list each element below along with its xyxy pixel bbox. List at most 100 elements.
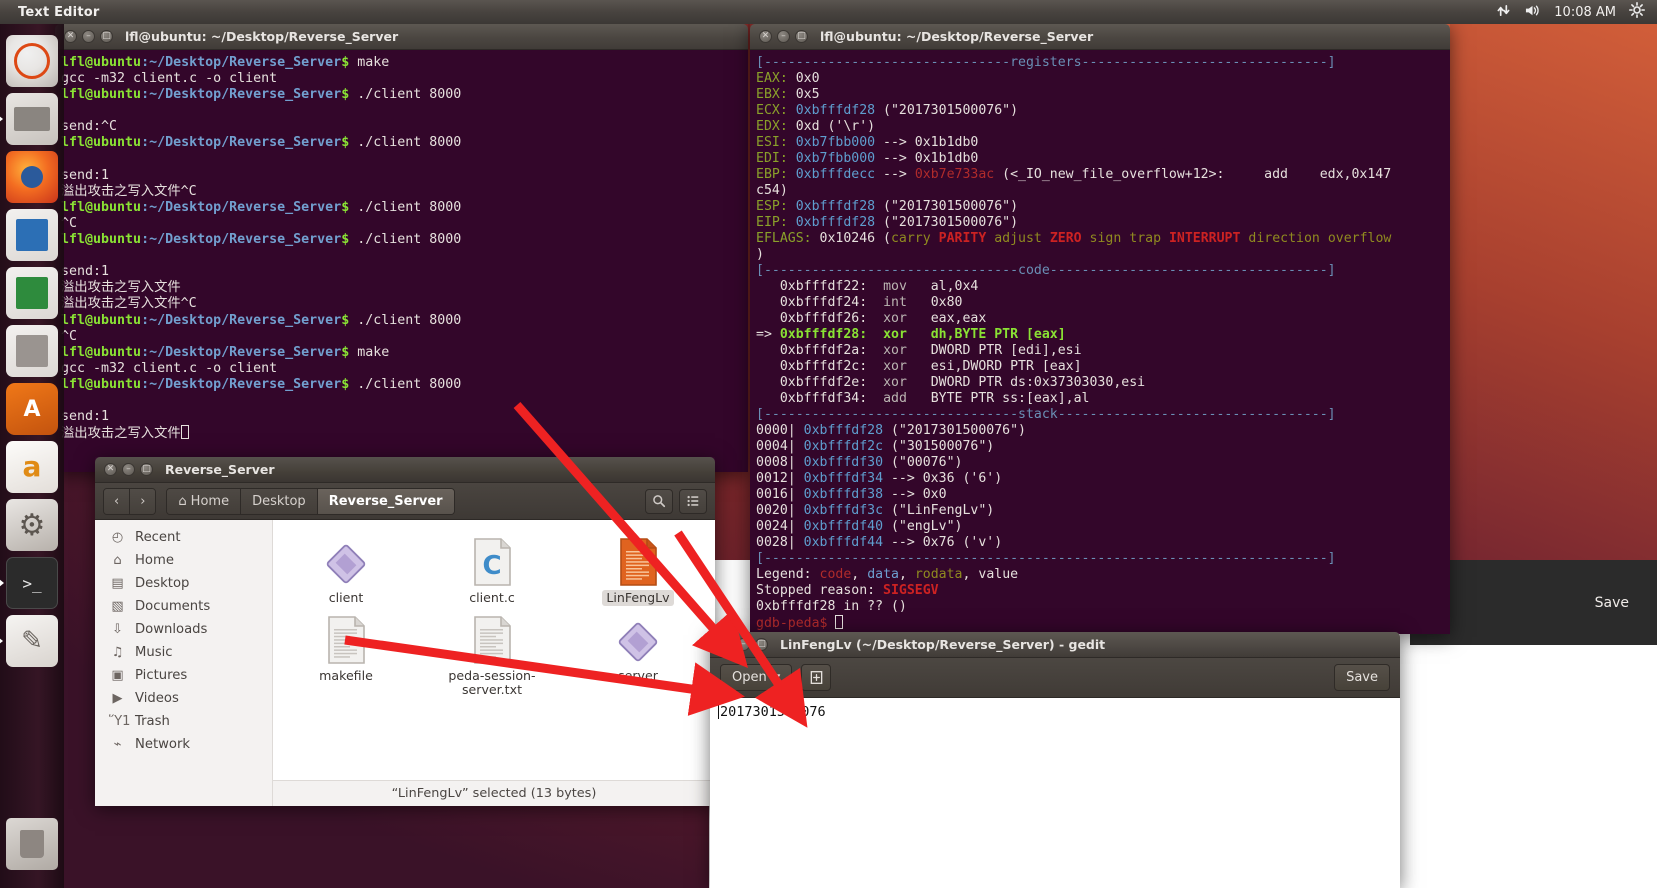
launcher-item-calc[interactable] xyxy=(6,267,58,319)
terminal-right-titlebar[interactable]: ✕ – □ lfl@ubuntu: ~/Desktop/Reverse_Serv… xyxy=(750,24,1450,50)
launcher-item-files[interactable] xyxy=(0,93,58,145)
open-button-label: Open xyxy=(732,670,767,685)
maximize-icon[interactable]: □ xyxy=(795,30,808,43)
maximize-icon[interactable]: □ xyxy=(100,30,113,43)
save-button[interactable]: Save xyxy=(1334,664,1390,691)
code-marker xyxy=(756,295,780,310)
launcher-item-amazon[interactable] xyxy=(6,441,58,493)
close-icon[interactable]: ✕ xyxy=(759,30,772,43)
open-button[interactable]: Open ▾ xyxy=(720,664,793,691)
minimize-icon[interactable]: – xyxy=(777,30,790,43)
folder-icon: ▤ xyxy=(111,576,124,591)
code-operands: BYTE PTR ss:[eax],al xyxy=(930,391,1090,406)
launcher-item-ubuntu-dash[interactable] xyxy=(6,35,58,87)
launcher-item-trash[interactable] xyxy=(6,818,58,870)
back-button[interactable]: ‹ xyxy=(104,488,131,514)
minimize-icon[interactable]: – xyxy=(737,638,750,651)
sidebar-item-documents[interactable]: ▧ Documents xyxy=(95,595,272,618)
file-item[interactable]: Cclient.c xyxy=(419,534,565,606)
sidebar-item-desktop[interactable]: ▤ Desktop xyxy=(95,572,272,595)
file-item[interactable]: makefile xyxy=(273,612,419,698)
file-item[interactable]: LinFengLv xyxy=(565,534,711,606)
sidebar-item-downloads[interactable]: ⇩ Downloads xyxy=(95,618,272,641)
code-operands: DWORD PTR ds:0x37303030,esi xyxy=(930,375,1146,390)
close-icon[interactable]: ✕ xyxy=(719,638,732,651)
stack-value: ("301500076") xyxy=(883,439,995,454)
video-icon: ▶ xyxy=(112,691,123,706)
terminal-cursor xyxy=(180,425,189,440)
sidebar-item-recent[interactable]: ◴ Recent xyxy=(95,526,272,549)
forward-button[interactable]: › xyxy=(130,488,156,514)
gear-icon[interactable] xyxy=(1629,1,1645,22)
code-address: 0xbfffdf22: xyxy=(779,279,868,294)
file-item[interactable]: server xyxy=(565,612,711,698)
volume-icon[interactable] xyxy=(1524,3,1541,22)
file-manager-body: ◴ Recent ⌂ Home ▤ Desktop ▧ Documents ⇩ Downloads… xyxy=(95,520,715,806)
terminal-prompt-user: lfl@ubuntu xyxy=(61,135,142,151)
sidebar-item-home[interactable]: ⌂ Home xyxy=(95,549,272,572)
breadcrumb-item-home[interactable]: ⌂ Home xyxy=(167,488,242,514)
close-icon[interactable]: ✕ xyxy=(104,463,117,476)
minimize-icon[interactable]: – xyxy=(82,30,95,43)
register-name: EBP: xyxy=(756,167,796,182)
terminal-right-title: lfl@ubuntu: ~/Desktop/Reverse_Server xyxy=(820,29,1094,44)
network-icon[interactable] xyxy=(1496,3,1511,22)
breadcrumb-item-desktop[interactable]: Desktop xyxy=(241,488,318,514)
file-manager-sidebar: ◴ Recent ⌂ Home ▤ Desktop ▧ Documents ⇩ Downloads… xyxy=(95,520,273,806)
sidebar-item-trash[interactable]: Ὕ1 Trash xyxy=(95,710,272,733)
eflags-close: ) xyxy=(756,247,764,262)
launcher-item-firefox[interactable] xyxy=(6,151,58,203)
search-icon[interactable] xyxy=(645,488,673,514)
terminal-prompt-user: lfl@ubuntu xyxy=(61,199,142,215)
network-icon: ⌁ xyxy=(113,737,122,752)
gedit-document[interactable]: 2017301500076 xyxy=(710,698,1400,888)
sidebar-item-videos[interactable]: ▶ Videos xyxy=(95,687,272,710)
terminal-left-titlebar[interactable]: ✕ – □ lfl@ubuntu: ~/Desktop/Reverse_Serv… xyxy=(55,24,748,50)
launcher-item-terminal[interactable] xyxy=(0,557,58,609)
code-marker xyxy=(756,279,780,294)
stack-offset: 0016| xyxy=(756,487,804,502)
launcher-item-gedit[interactable] xyxy=(0,615,58,667)
sidebar-item-music[interactable]: ♫ Music xyxy=(95,641,272,664)
breadcrumb-item-reverse_server[interactable]: Reverse_Server xyxy=(317,488,454,514)
code-address: 0xbfffdf2a: xyxy=(779,343,868,358)
gedit-titlebar[interactable]: ✕ – □ LinFengLv (~/Desktop/Reverse_Serve… xyxy=(710,632,1400,658)
terminal-left-output[interactable]: lfl@ubuntu:~/Desktop/Reverse_Server$ mak… xyxy=(55,50,748,472)
stack-address: 0xbfffdf30 xyxy=(803,455,884,470)
file-item[interactable]: client xyxy=(273,534,419,606)
close-icon[interactable]: ✕ xyxy=(64,30,77,43)
legend-rodata: rodata xyxy=(914,567,963,582)
maximize-icon[interactable]: □ xyxy=(140,463,153,476)
file-icon-binary xyxy=(273,534,419,586)
code-mnemonic: xor xyxy=(883,359,931,374)
launcher-item-impress[interactable] xyxy=(6,209,58,261)
code-mnemonic: mov xyxy=(883,279,931,294)
eflag-zero: ZERO xyxy=(1049,231,1082,246)
register-extra: ("2017301500076") xyxy=(875,103,1019,118)
panel-clock[interactable]: 10:08 AM xyxy=(1554,5,1616,20)
desktop-save-ghost-label: Save xyxy=(1594,595,1629,611)
file-manager-file-area[interactable]: client Cclient.c LinFengLv makefile peda-ses… xyxy=(273,520,715,806)
gdb-peda-output[interactable]: [-------------------------------register… xyxy=(750,50,1450,634)
chevron-down-icon: ▾ xyxy=(773,670,781,685)
view-options-icon[interactable] xyxy=(679,488,707,514)
register-address: 0xbfffdecc xyxy=(795,167,876,182)
stack-offset: 0008| xyxy=(756,455,804,470)
terminal-output: gcc -m32 client.c -o client xyxy=(61,360,278,376)
sidebar-item-pictures[interactable]: ▣ Pictures xyxy=(95,664,272,687)
launcher-item-writer[interactable] xyxy=(6,325,58,377)
file-manager-titlebar[interactable]: ✕ – □ Reverse_Server xyxy=(95,457,715,483)
file-item[interactable]: peda-session-server.txt xyxy=(419,612,565,698)
panel-app-title[interactable]: Text Editor xyxy=(18,5,99,20)
launcher-item-settings[interactable] xyxy=(6,499,58,551)
register-name: EDI: xyxy=(756,151,796,166)
sidebar-item-network[interactable]: ⌁ Network xyxy=(95,733,272,756)
minimize-icon[interactable]: – xyxy=(122,463,135,476)
new-document-icon[interactable] xyxy=(801,664,832,691)
maximize-icon[interactable]: □ xyxy=(755,638,768,651)
trash-icon: Ὕ1 xyxy=(109,714,131,729)
launcher-item-software-center[interactable] xyxy=(6,383,58,435)
